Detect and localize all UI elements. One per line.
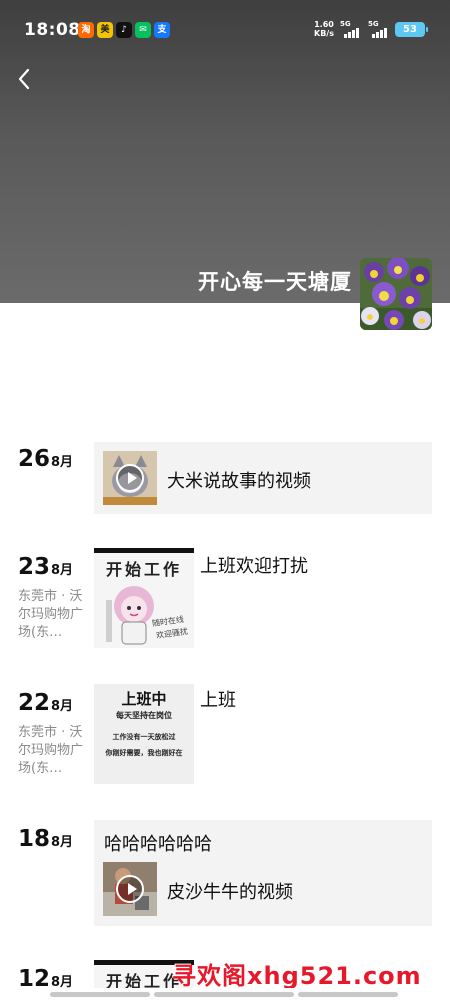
post-image[interactable]: 上班中 每天坚持在岗位 工作没有一天放松过 你刚好需要，我也刚好在 (94, 684, 194, 784)
post-location[interactable]: 东莞市 · 沃尔玛购物广场(东… (18, 588, 88, 642)
watermark: 寻欢阁xhg521.com (172, 962, 422, 990)
status-time: 18:08 (24, 20, 81, 40)
image-caption: 开始工作 (105, 560, 182, 579)
battery-indicator: 53 (395, 22, 428, 37)
play-icon (116, 464, 144, 492)
video-share-card[interactable]: 大米说故事的视频 (94, 442, 432, 514)
gesture-bar[interactable] (0, 988, 450, 1000)
video-title: 皮沙牛牛的视频 (167, 882, 293, 903)
post-month: 8月 (51, 563, 74, 578)
taobao-app-icon: 淘 (78, 22, 94, 38)
post-text: 哈哈哈哈哈哈 (104, 834, 212, 855)
post-day: 26 (18, 446, 51, 472)
post-date: 238月 (18, 554, 73, 580)
post-month: 8月 (51, 835, 74, 850)
wechat-app-icon: ✉ (135, 22, 151, 38)
meituan-app-icon: 美 (97, 22, 113, 38)
text-video-card[interactable]: 哈哈哈哈哈哈 皮沙牛牛的视频 (94, 820, 432, 926)
post-month: 8月 (51, 455, 74, 470)
image-subtext: 你刚好需要，我也刚好在 (105, 749, 183, 757)
anime-girl-icon (106, 586, 154, 645)
tiktok-app-icon: ♪ (116, 22, 132, 38)
post-day: 23 (18, 554, 51, 580)
post-location[interactable]: 东莞市 · 沃尔玛购物广场(东… (18, 724, 88, 778)
alipay-app-icon: 支 (154, 22, 170, 38)
gesture-segment (50, 992, 150, 997)
status-bar: 18:08 淘 美 ♪ ✉ 支 1.60 KB/s 5G 5G 53 (0, 0, 450, 60)
video-thumbnail (103, 862, 157, 916)
post-month: 8月 (51, 699, 74, 714)
notification-icons: 淘 美 ♪ ✉ 支 (78, 22, 170, 38)
gesture-segment (154, 992, 294, 997)
post-date: 268月 (18, 446, 73, 472)
sim2-label: 5G (368, 20, 379, 28)
image-subtext: 每天坚持在岗位 (116, 711, 172, 720)
sim1-label: 5G (340, 20, 351, 28)
post-image[interactable]: 开始工作 随时在线 欢迎骚扰 (94, 548, 194, 648)
video-title: 大米说故事的视频 (167, 471, 311, 492)
user-name[interactable]: 开心每一天塘厦 (198, 266, 352, 296)
signal-icon-sim2: 5G (368, 20, 390, 38)
post-date: 188月 (18, 826, 73, 852)
avatar[interactable] (360, 258, 432, 330)
post-day: 22 (18, 690, 51, 716)
chevron-left-icon (18, 68, 30, 90)
play-icon (116, 875, 144, 903)
image-caption: 上班中 (121, 690, 167, 708)
net-speed-value: 1.60 (314, 20, 334, 29)
net-speed-unit: KB/s (314, 29, 334, 38)
post-text: 上班 (200, 690, 236, 711)
video-thumbnail (103, 451, 157, 505)
post-day: 18 (18, 826, 51, 852)
signal-icon-sim1: 5G (340, 20, 362, 38)
back-button[interactable] (12, 64, 36, 94)
post-date: 228月 (18, 690, 73, 716)
net-speed: 1.60 KB/s (314, 20, 334, 38)
image-subtext: 工作没有一天放松过 (112, 733, 176, 741)
gesture-segment (298, 992, 398, 997)
post-text: 上班欢迎打扰 (200, 556, 308, 577)
